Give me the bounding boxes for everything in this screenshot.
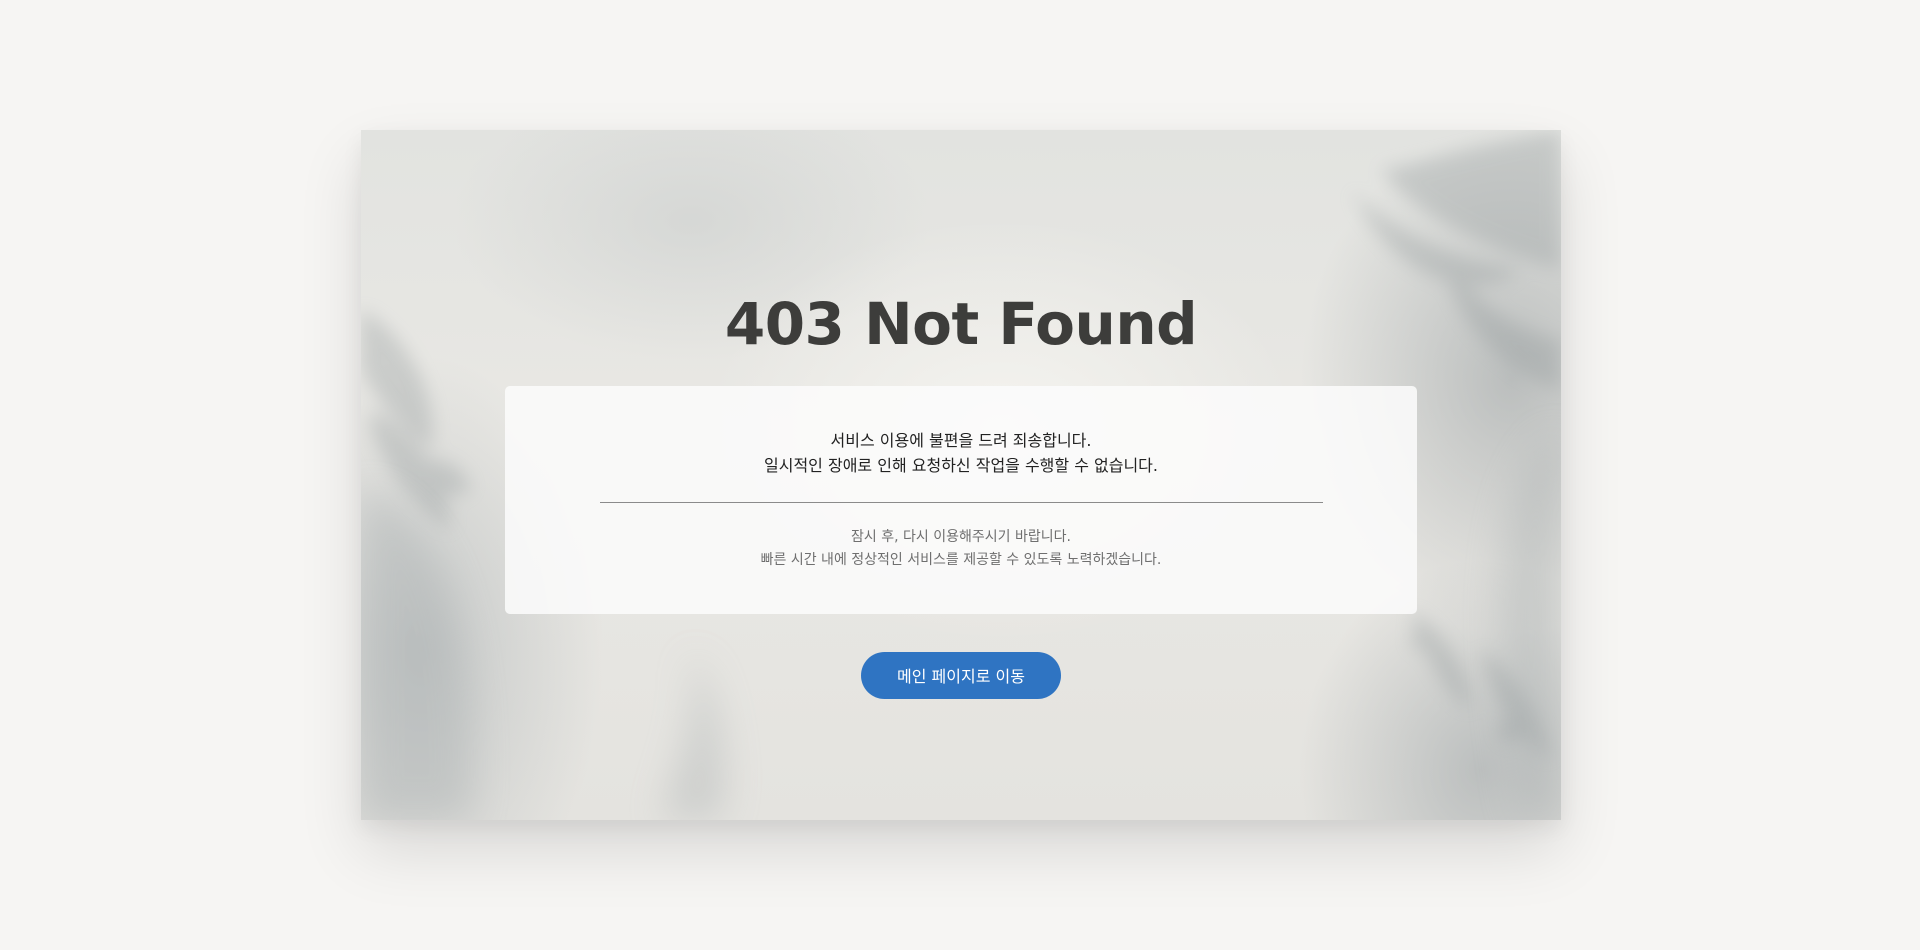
page-title: 403 Not Found	[724, 290, 1198, 358]
apology-message: 서비스 이용에 불편을 드려 죄송합니다. 일시적인 장애로 인해 요청하신 작…	[505, 428, 1417, 478]
apology-line-1: 서비스 이용에 불편을 드려 죄송합니다.	[830, 431, 1092, 450]
detail-line-1: 잠시 후, 다시 이용해주시기 바랍니다.	[851, 529, 1071, 545]
detail-line-2: 빠른 시간 내에 정상적인 서비스를 제공할 수 있도록 노력하겠습니다.	[760, 552, 1162, 568]
error-card: 403 Not Found 서비스 이용에 불편을 드려 죄송합니다. 일시적인…	[361, 130, 1561, 820]
detail-message: 잠시 후, 다시 이용해주시기 바랍니다. 빠른 시간 내에 정상적인 서비스를…	[505, 526, 1417, 572]
divider	[600, 502, 1323, 503]
apology-line-2: 일시적인 장애로 인해 요청하신 작업을 수행할 수 없습니다.	[764, 456, 1158, 475]
message-panel: 서비스 이용에 불편을 드려 죄송합니다. 일시적인 장애로 인해 요청하신 작…	[505, 386, 1417, 614]
go-to-main-page-button[interactable]: 메인 페이지로 이동	[861, 652, 1061, 699]
